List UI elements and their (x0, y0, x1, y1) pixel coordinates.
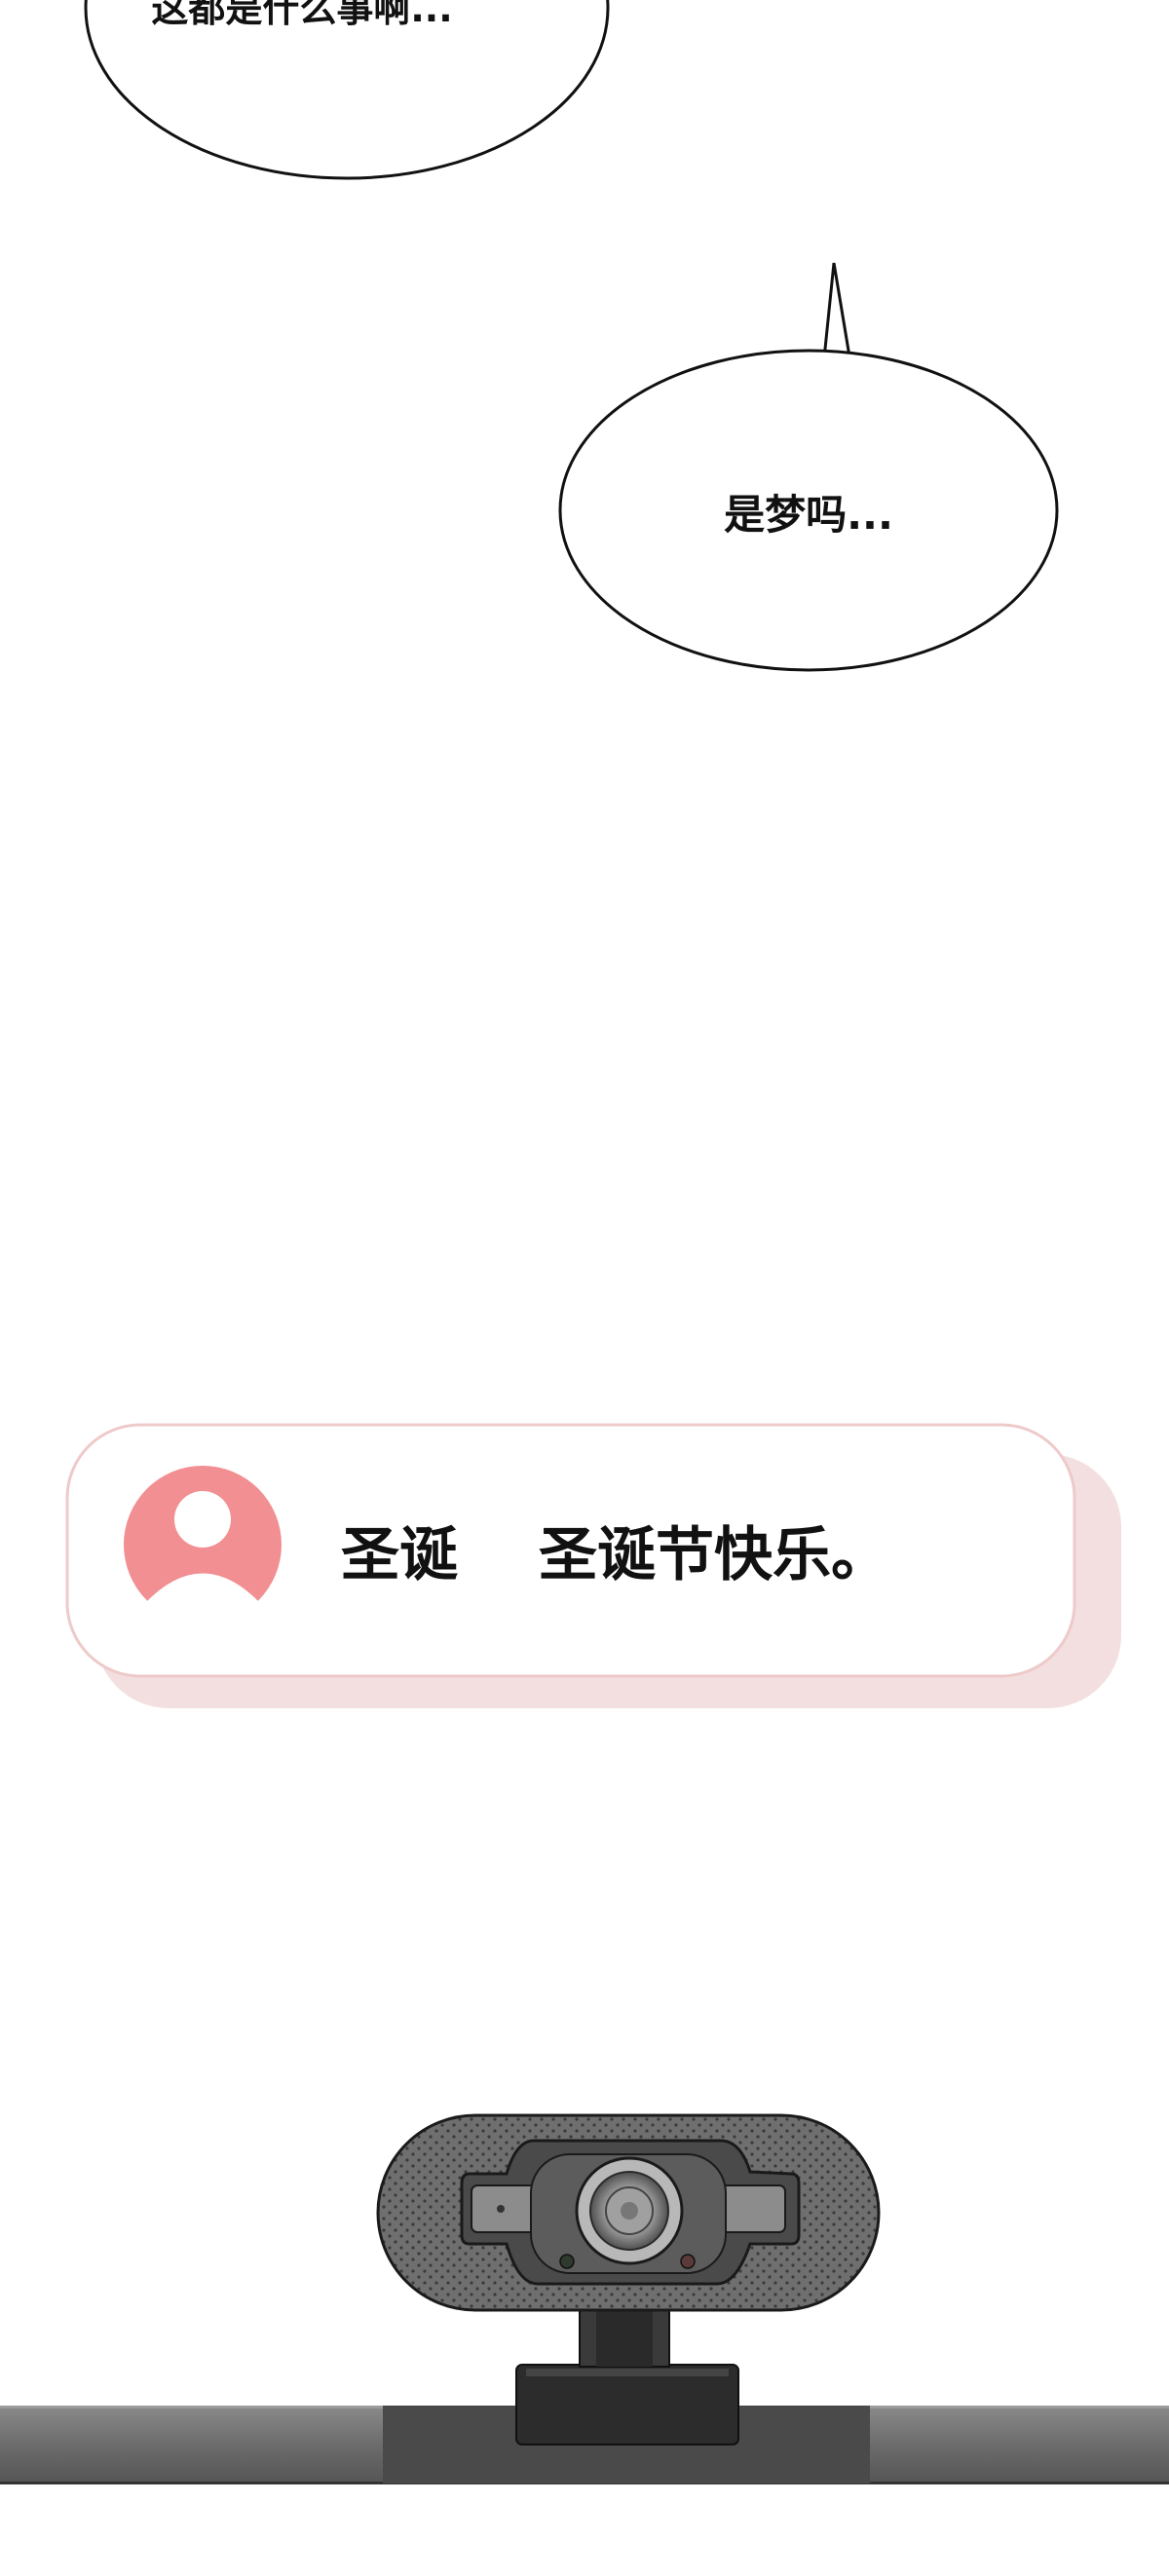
webcam-scene (0, 2113, 1169, 2484)
webcam-icon (376, 2113, 881, 2445)
